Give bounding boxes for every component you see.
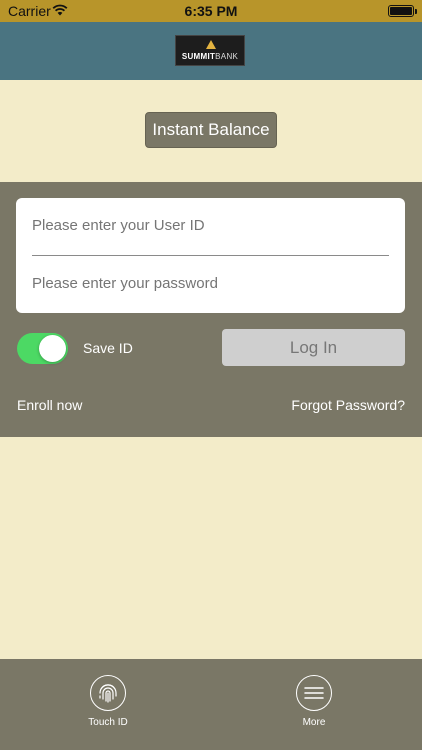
clock: 6:35 PM bbox=[184, 3, 238, 19]
instant-balance-area: Instant Balance bbox=[0, 80, 422, 182]
user-id-input[interactable] bbox=[32, 206, 389, 246]
save-id-label: Save ID bbox=[83, 340, 133, 356]
login-panel: Save ID Log In Enroll now Forgot Passwor… bbox=[0, 182, 422, 437]
more-label: More bbox=[302, 717, 326, 728]
logo-text-bank: BANK bbox=[215, 52, 239, 61]
logo-text: SUMMITBANK bbox=[176, 52, 244, 61]
enroll-now-link[interactable]: Enroll now bbox=[17, 397, 82, 413]
touch-id-label: Touch ID bbox=[88, 717, 128, 728]
logo-mountain-icon bbox=[206, 40, 216, 49]
credentials-card bbox=[16, 198, 405, 313]
tab-more[interactable]: More bbox=[274, 675, 354, 728]
field-divider bbox=[32, 255, 389, 256]
menu-icon bbox=[303, 686, 324, 699]
instant-balance-button[interactable]: Instant Balance bbox=[145, 112, 277, 148]
more-circle bbox=[296, 675, 332, 711]
forgot-password-link[interactable]: Forgot Password? bbox=[291, 397, 405, 413]
fingerprint-icon bbox=[98, 683, 117, 703]
touch-id-circle bbox=[90, 675, 126, 711]
summit-bank-logo: SUMMITBANK bbox=[175, 35, 245, 66]
save-id-toggle[interactable] bbox=[17, 333, 68, 364]
toggle-knob bbox=[39, 335, 66, 362]
password-input[interactable] bbox=[32, 264, 389, 304]
logo-text-summit: SUMMIT bbox=[181, 52, 216, 61]
login-button[interactable]: Log In bbox=[222, 329, 405, 366]
nav-bar: SUMMITBANK bbox=[0, 22, 422, 80]
battery-tip bbox=[415, 9, 417, 14]
battery-icon bbox=[388, 5, 414, 17]
tab-bar: Touch ID More bbox=[0, 659, 422, 750]
tab-touch-id[interactable]: Touch ID bbox=[68, 675, 148, 728]
status-bar: Carrier 6:35 PM bbox=[0, 0, 422, 22]
